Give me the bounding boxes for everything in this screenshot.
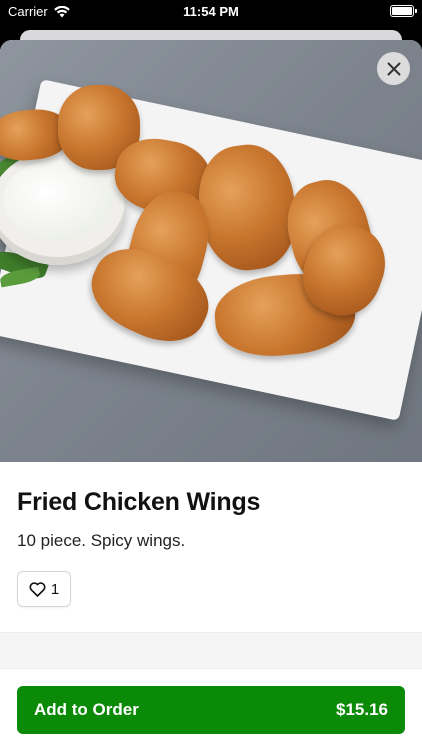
item-title: Fried Chicken Wings <box>17 488 261 516</box>
dip-sauce <box>3 160 113 240</box>
item-description: 10 piece. Spicy wings. <box>17 531 186 550</box>
item-price: $15.16 <box>336 700 388 719</box>
status-bar: Carrier 11:54 PM <box>0 0 422 24</box>
close-icon <box>387 62 400 75</box>
battery-icon <box>390 5 417 17</box>
item-details: Fried Chicken Wings 10 piece. Spicy wing… <box>17 488 405 551</box>
section-divider <box>0 632 422 668</box>
bottom-action-bar: Add to Order $15.16 <box>0 668 422 750</box>
item-image <box>0 40 422 462</box>
heart-icon <box>29 581 46 597</box>
add-to-order-button[interactable]: Add to Order $15.16 <box>17 686 405 734</box>
status-time: 11:54 PM <box>183 4 239 19</box>
item-detail-modal: Fried Chicken Wings 10 piece. Spicy wing… <box>0 40 422 750</box>
favorite-count: 1 <box>50 580 60 598</box>
favorite-button[interactable]: 1 <box>17 571 71 607</box>
add-to-order-label: Add to Order <box>34 700 139 719</box>
close-button[interactable] <box>377 52 410 85</box>
